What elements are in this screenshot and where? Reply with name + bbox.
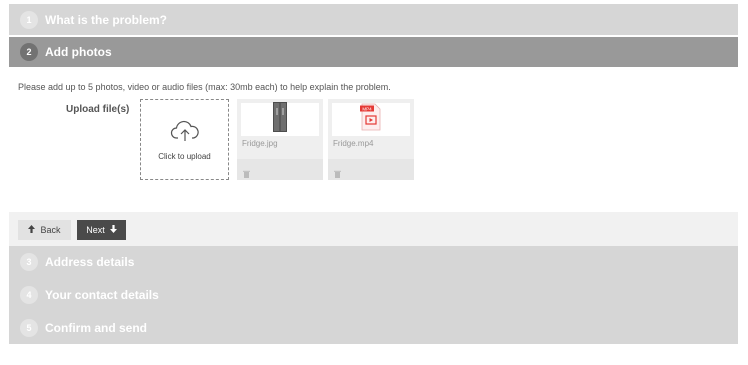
file-thumbnail: Fridge.jpg [237,99,323,180]
next-label: Next [86,225,105,235]
step-number: 4 [20,286,38,304]
step-number: 3 [20,253,38,271]
upload-dropzone[interactable]: Click to upload [140,99,229,180]
step-header-confirm[interactable]: 5 Confirm and send [9,312,738,344]
trash-icon[interactable] [243,165,250,183]
upload-instructions: Please add up to 5 photos, video or audi… [18,82,391,92]
back-button[interactable]: Back [18,220,71,240]
step-number: 1 [20,10,38,29]
upload-files-label: Upload file(s) [66,104,130,115]
file-name: Fridge.mp4 [333,139,374,148]
trash-icon[interactable] [334,165,341,183]
step-header-address[interactable]: 3 Address details [9,246,738,278]
cloud-upload-icon [170,119,200,148]
arrow-up-icon [28,225,36,235]
step-header-add-photos[interactable]: 2 Add photos [9,37,738,67]
step-navigation: Back Next [9,212,738,246]
step-title: What is the problem? [45,12,168,27]
back-label: Back [40,225,61,235]
file-preview: MP4 [332,103,410,136]
step-header-problem[interactable]: 1 What is the problem? [9,4,738,35]
fridge-image [273,102,287,137]
step-header-contact[interactable]: 4 Your contact details [9,279,738,311]
step-title: Confirm and send [45,321,148,335]
dropzone-label: Click to upload [158,151,211,161]
step-title: Your contact details [45,288,159,302]
file-preview [241,102,319,137]
page: 1 What is the problem? 2 Add photos Plea… [0,0,748,365]
mp4-file-icon: MP4 [359,103,383,136]
mp4-badge: MP4 [362,107,372,112]
next-button[interactable]: Next [77,220,126,240]
file-actions [328,159,414,180]
step-number: 2 [20,43,38,61]
step-number: 5 [20,319,38,337]
step-title: Add photos [45,45,112,59]
step-title: Address details [45,255,135,269]
file-name: Fridge.jpg [242,139,278,148]
file-thumbnail: MP4 Fridge.mp4 [328,99,414,180]
file-actions [237,159,323,180]
pending-steps: 3 Address details 4 Your contact details… [9,246,738,344]
arrow-down-icon [109,225,117,235]
